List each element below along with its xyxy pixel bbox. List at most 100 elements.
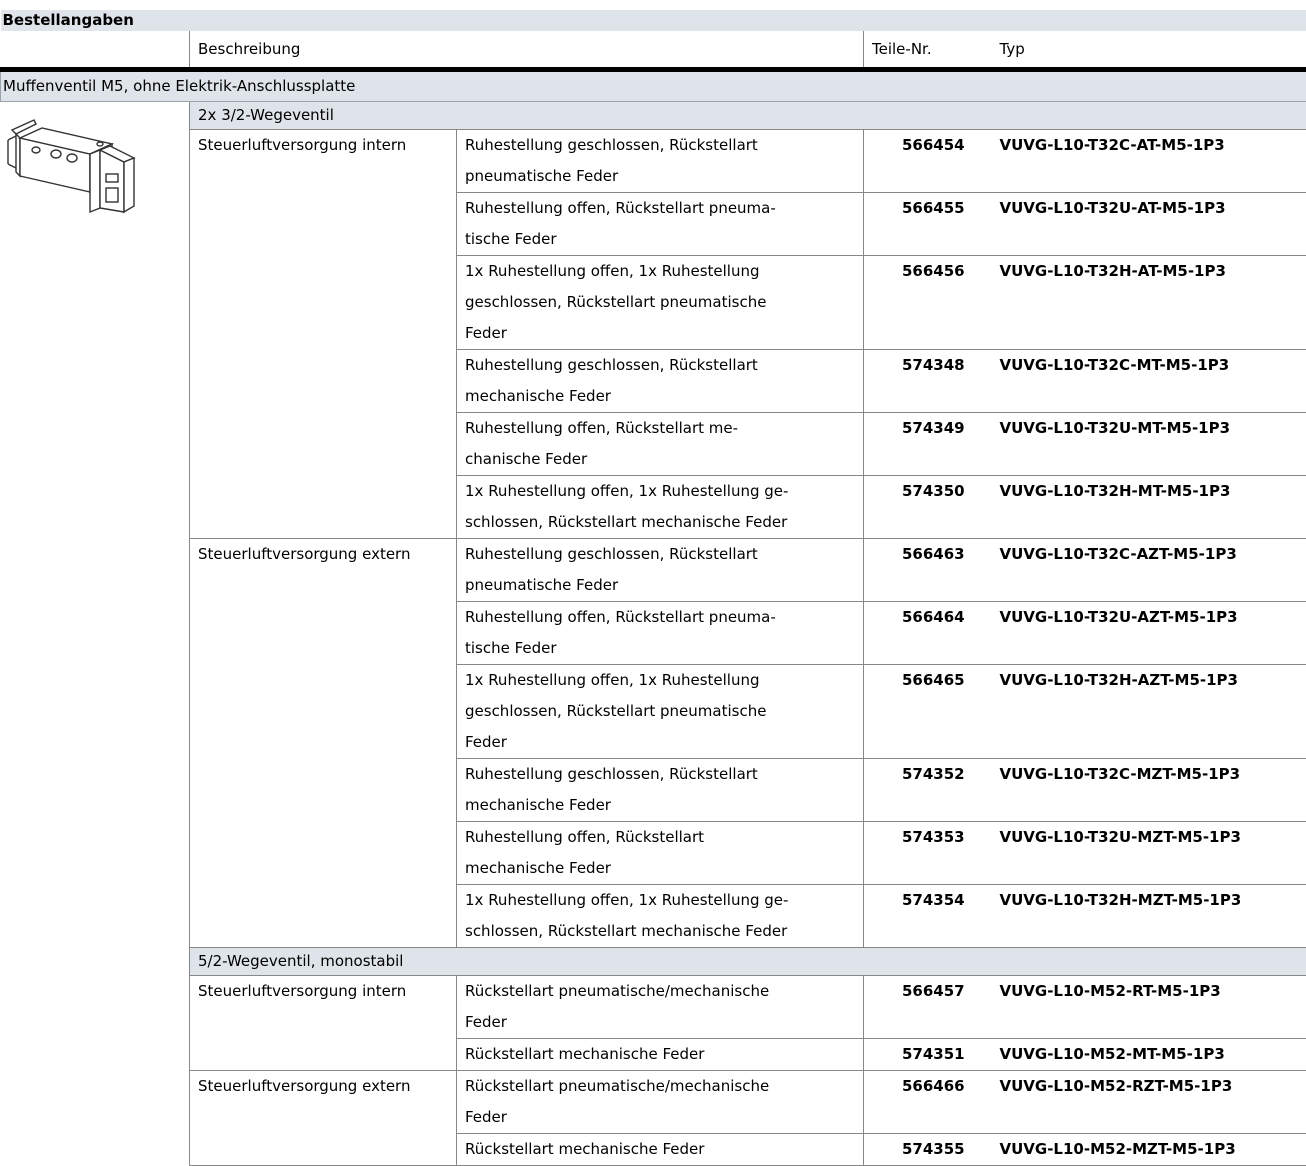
- group-title: 5/2-Wegeventil, monostabil: [190, 948, 1306, 976]
- type-code: VUVG-L10-T32H-AT-M5-1P3: [992, 256, 1306, 350]
- table-title: Bestellangaben: [1, 10, 1306, 31]
- description-line: Ruhestellung offen, Rückstellart pneuma-: [465, 193, 863, 224]
- row-description: Ruhestellung offen, Rückstellartmechanis…: [457, 822, 864, 885]
- row-description: Ruhestellung geschlossen, Rückstellartme…: [457, 759, 864, 822]
- part-number: 566454: [864, 130, 992, 193]
- row-description: Rückstellart pneumatische/mechanischeFed…: [457, 976, 864, 1039]
- description-line: Feder: [465, 727, 863, 758]
- description-line: schlossen, Rückstellart mechanische Fede…: [465, 916, 863, 947]
- row-description: 1x Ruhestellung offen, 1x Ruhestellungge…: [457, 665, 864, 759]
- part-number: 574351: [864, 1039, 992, 1071]
- description-line: Feder: [465, 318, 863, 349]
- description-line: chanische Feder: [465, 444, 863, 475]
- description-line: Feder: [465, 1102, 863, 1133]
- description-line: Ruhestellung geschlossen, Rückstellart: [465, 130, 863, 161]
- group-title: 2x 3/2-Wegeventil: [190, 102, 1306, 130]
- row-description: Rückstellart mechanische Feder: [457, 1134, 864, 1166]
- order-table: Bestellangaben Beschreibung Teile-Nr. Ty…: [0, 10, 1306, 1166]
- description-line: Ruhestellung geschlossen, Rückstellart: [465, 350, 863, 381]
- description-line: Ruhestellung offen, Rückstellart: [465, 822, 863, 853]
- part-number: 566457: [864, 976, 992, 1039]
- description-line: Rückstellart pneumatische/mechanische: [465, 1071, 863, 1102]
- row-description: Rückstellart pneumatische/mechanischeFed…: [457, 1071, 864, 1134]
- table-row: Steuerluftversorgung internRuhestellung …: [1, 130, 1306, 193]
- row-description: Rückstellart mechanische Feder: [457, 1039, 864, 1071]
- description-line: Rückstellart mechanische Feder: [465, 1134, 863, 1165]
- part-number: 566456: [864, 256, 992, 350]
- type-code: VUVG-L10-T32H-MT-M5-1P3: [992, 476, 1306, 539]
- type-code: VUVG-L10-T32C-MZT-M5-1P3: [992, 759, 1306, 822]
- section-row: Muffenventil M5, ohne Elektrik-Anschluss…: [1, 70, 1306, 102]
- type-code: VUVG-L10-M52-RZT-M5-1P3: [992, 1071, 1306, 1134]
- description-line: Rückstellart pneumatische/mechanische: [465, 976, 863, 1007]
- type-code: VUVG-L10-M52-RT-M5-1P3: [992, 976, 1306, 1039]
- row-description: Ruhestellung geschlossen, Rückstellartpn…: [457, 539, 864, 602]
- group-row: 2x 3/2-Wegeventil: [1, 102, 1306, 130]
- part-number: 566455: [864, 193, 992, 256]
- description-line: Ruhestellung offen, Rückstellart me-: [465, 413, 863, 444]
- description-line: 1x Ruhestellung offen, 1x Ruhestellung: [465, 665, 863, 696]
- part-number: 566463: [864, 539, 992, 602]
- part-number: 574348: [864, 350, 992, 413]
- description-line: pneumatische Feder: [465, 161, 863, 192]
- valve-product-image: [4, 116, 146, 214]
- part-number: 566466: [864, 1071, 992, 1134]
- description-line: tische Feder: [465, 224, 863, 255]
- image-cell: [1, 102, 190, 1166]
- part-number: 574355: [864, 1134, 992, 1166]
- type-code: VUVG-L10-M52-MT-M5-1P3: [992, 1039, 1306, 1071]
- description-line: tische Feder: [465, 633, 863, 664]
- description-line: 1x Ruhestellung offen, 1x Ruhestellung g…: [465, 885, 863, 916]
- description-line: schlossen, Rückstellart mechanische Fede…: [465, 507, 863, 538]
- description-line: Ruhestellung geschlossen, Rückstellart: [465, 759, 863, 790]
- section-title: Muffenventil M5, ohne Elektrik-Anschluss…: [1, 70, 1306, 102]
- type-code: VUVG-L10-T32C-AZT-M5-1P3: [992, 539, 1306, 602]
- part-number: 574349: [864, 413, 992, 476]
- table-row: Steuerluftversorgung externRuhestellung …: [1, 539, 1306, 602]
- type-code: VUVG-L10-T32H-AZT-M5-1P3: [992, 665, 1306, 759]
- type-code: VUVG-L10-T32U-AT-M5-1P3: [992, 193, 1306, 256]
- type-code: VUVG-L10-T32H-MZT-M5-1P3: [992, 885, 1306, 948]
- description-line: 1x Ruhestellung offen, 1x Ruhestellung g…: [465, 476, 863, 507]
- supply-label: Steuerluftversorgung intern: [190, 130, 457, 539]
- group-row: 5/2-Wegeventil, monostabil: [1, 948, 1306, 976]
- part-number: 574353: [864, 822, 992, 885]
- description-line: mechanische Feder: [465, 853, 863, 884]
- description-line: geschlossen, Rückstellart pneumatische: [465, 696, 863, 727]
- supply-label: Steuerluftversorgung extern: [190, 539, 457, 948]
- part-number: 574350: [864, 476, 992, 539]
- header-empty: [1, 31, 190, 70]
- type-code: VUVG-L10-T32U-MT-M5-1P3: [992, 413, 1306, 476]
- row-description: Ruhestellung offen, Rückstellart pneuma-…: [457, 602, 864, 665]
- table-row: Steuerluftversorgung internRückstellart …: [1, 976, 1306, 1039]
- row-description: 1x Ruhestellung offen, 1x Ruhestellungge…: [457, 256, 864, 350]
- type-code: VUVG-L10-T32C-AT-M5-1P3: [992, 130, 1306, 193]
- description-line: Ruhestellung geschlossen, Rückstellart: [465, 539, 863, 570]
- type-code: VUVG-L10-T32U-MZT-M5-1P3: [992, 822, 1306, 885]
- description-line: Ruhestellung offen, Rückstellart pneuma-: [465, 602, 863, 633]
- supply-label: Steuerluftversorgung extern: [190, 1071, 457, 1166]
- row-description: Ruhestellung geschlossen, Rückstellartpn…: [457, 130, 864, 193]
- row-description: 1x Ruhestellung offen, 1x Ruhestellung g…: [457, 885, 864, 948]
- row-description: 1x Ruhestellung offen, 1x Ruhestellung g…: [457, 476, 864, 539]
- type-code: VUVG-L10-T32U-AZT-M5-1P3: [992, 602, 1306, 665]
- part-number: 574352: [864, 759, 992, 822]
- description-line: mechanische Feder: [465, 790, 863, 821]
- row-description: Ruhestellung geschlossen, Rückstellartme…: [457, 350, 864, 413]
- description-line: geschlossen, Rückstellart pneumatische: [465, 287, 863, 318]
- part-number: 574354: [864, 885, 992, 948]
- row-description: Ruhestellung offen, Rückstellart pneuma-…: [457, 193, 864, 256]
- header-beschreibung: Beschreibung: [190, 31, 864, 70]
- part-number: 566465: [864, 665, 992, 759]
- row-description: Ruhestellung offen, Rückstellart me-chan…: [457, 413, 864, 476]
- title-row: Bestellangaben: [1, 10, 1306, 31]
- description-line: pneumatische Feder: [465, 570, 863, 601]
- description-line: Feder: [465, 1007, 863, 1038]
- column-header-row: Beschreibung Teile-Nr. Typ: [1, 31, 1306, 70]
- header-teilenr: Teile-Nr.: [864, 31, 992, 70]
- part-number: 566464: [864, 602, 992, 665]
- description-line: mechanische Feder: [465, 381, 863, 412]
- type-code: VUVG-L10-M52-MZT-M5-1P3: [992, 1134, 1306, 1166]
- type-code: VUVG-L10-T32C-MT-M5-1P3: [992, 350, 1306, 413]
- description-line: 1x Ruhestellung offen, 1x Ruhestellung: [465, 256, 863, 287]
